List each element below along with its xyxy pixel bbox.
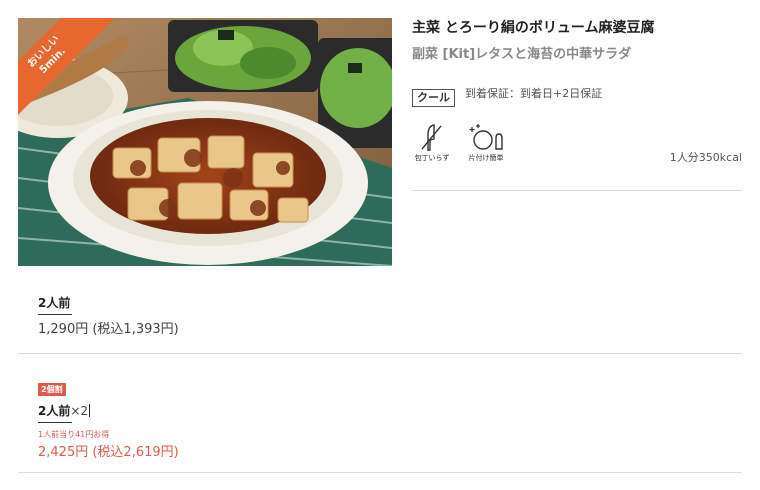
product-photo: おいしい 5min. xyxy=(18,18,392,266)
option-quantity: ×2 xyxy=(70,404,89,418)
option-price: 1,290円 (税込1,393円) xyxy=(38,322,179,337)
option-underline xyxy=(38,314,72,315)
option-divider xyxy=(18,472,742,473)
features-row: 包丁いらず 片付け簡単 1人分350kcal xyxy=(412,123,742,164)
cool-badge: クール xyxy=(412,89,455,107)
main-dish-title: 主菜 とろーり絹のボリューム麻婆豆腐 xyxy=(412,20,655,36)
option-underline xyxy=(38,422,72,423)
savings-note: 1人前当り41円お得 xyxy=(38,430,110,439)
knife-crossed-icon xyxy=(421,124,442,151)
option-divider xyxy=(18,353,742,354)
discount-badge: 2個割 xyxy=(38,383,66,396)
plate-cleanup-icon xyxy=(469,124,503,150)
feature-no-knife: 包丁いらず xyxy=(412,123,452,163)
product-info: 主菜 とろーり絹のボリューム麻婆豆腐 副菜 [Kit]レタスと海苔の中華サラダ … xyxy=(412,18,742,164)
side-dish-title: 副菜 [Kit]レタスと海苔の中華サラダ xyxy=(412,47,632,62)
delivery-guarantee: 到着保証：到着日+2日保証 xyxy=(465,87,603,100)
delivery-row: クール 到着保証：到着日+2日保証 xyxy=(412,87,742,107)
ribbon-band: おいしい 5min. xyxy=(18,18,116,124)
text-cursor xyxy=(89,404,91,417)
ribbon-badge: おいしい 5min. xyxy=(18,18,128,128)
info-divider xyxy=(412,190,742,191)
option-label: 2人前 xyxy=(38,404,71,418)
calories: 1人分350kcal xyxy=(669,151,742,164)
feature-easy-cleanup: 片付け簡単 xyxy=(464,123,508,163)
feature-label-no-knife: 包丁いらず xyxy=(414,154,450,162)
option-2-servings[interactable]: 2人前 1,290円 (税込1,393円) xyxy=(38,292,179,337)
option-price: 2,425円 (税込2,619円) xyxy=(38,445,179,460)
option-2-servings-x2[interactable]: 2個割 2人前×2 1人前当り41円お得 2,425円 (税込2,619円) xyxy=(38,377,179,460)
option-label: 2人前 xyxy=(38,296,71,310)
feature-label-easy-cleanup: 片付け簡単 xyxy=(468,154,504,162)
